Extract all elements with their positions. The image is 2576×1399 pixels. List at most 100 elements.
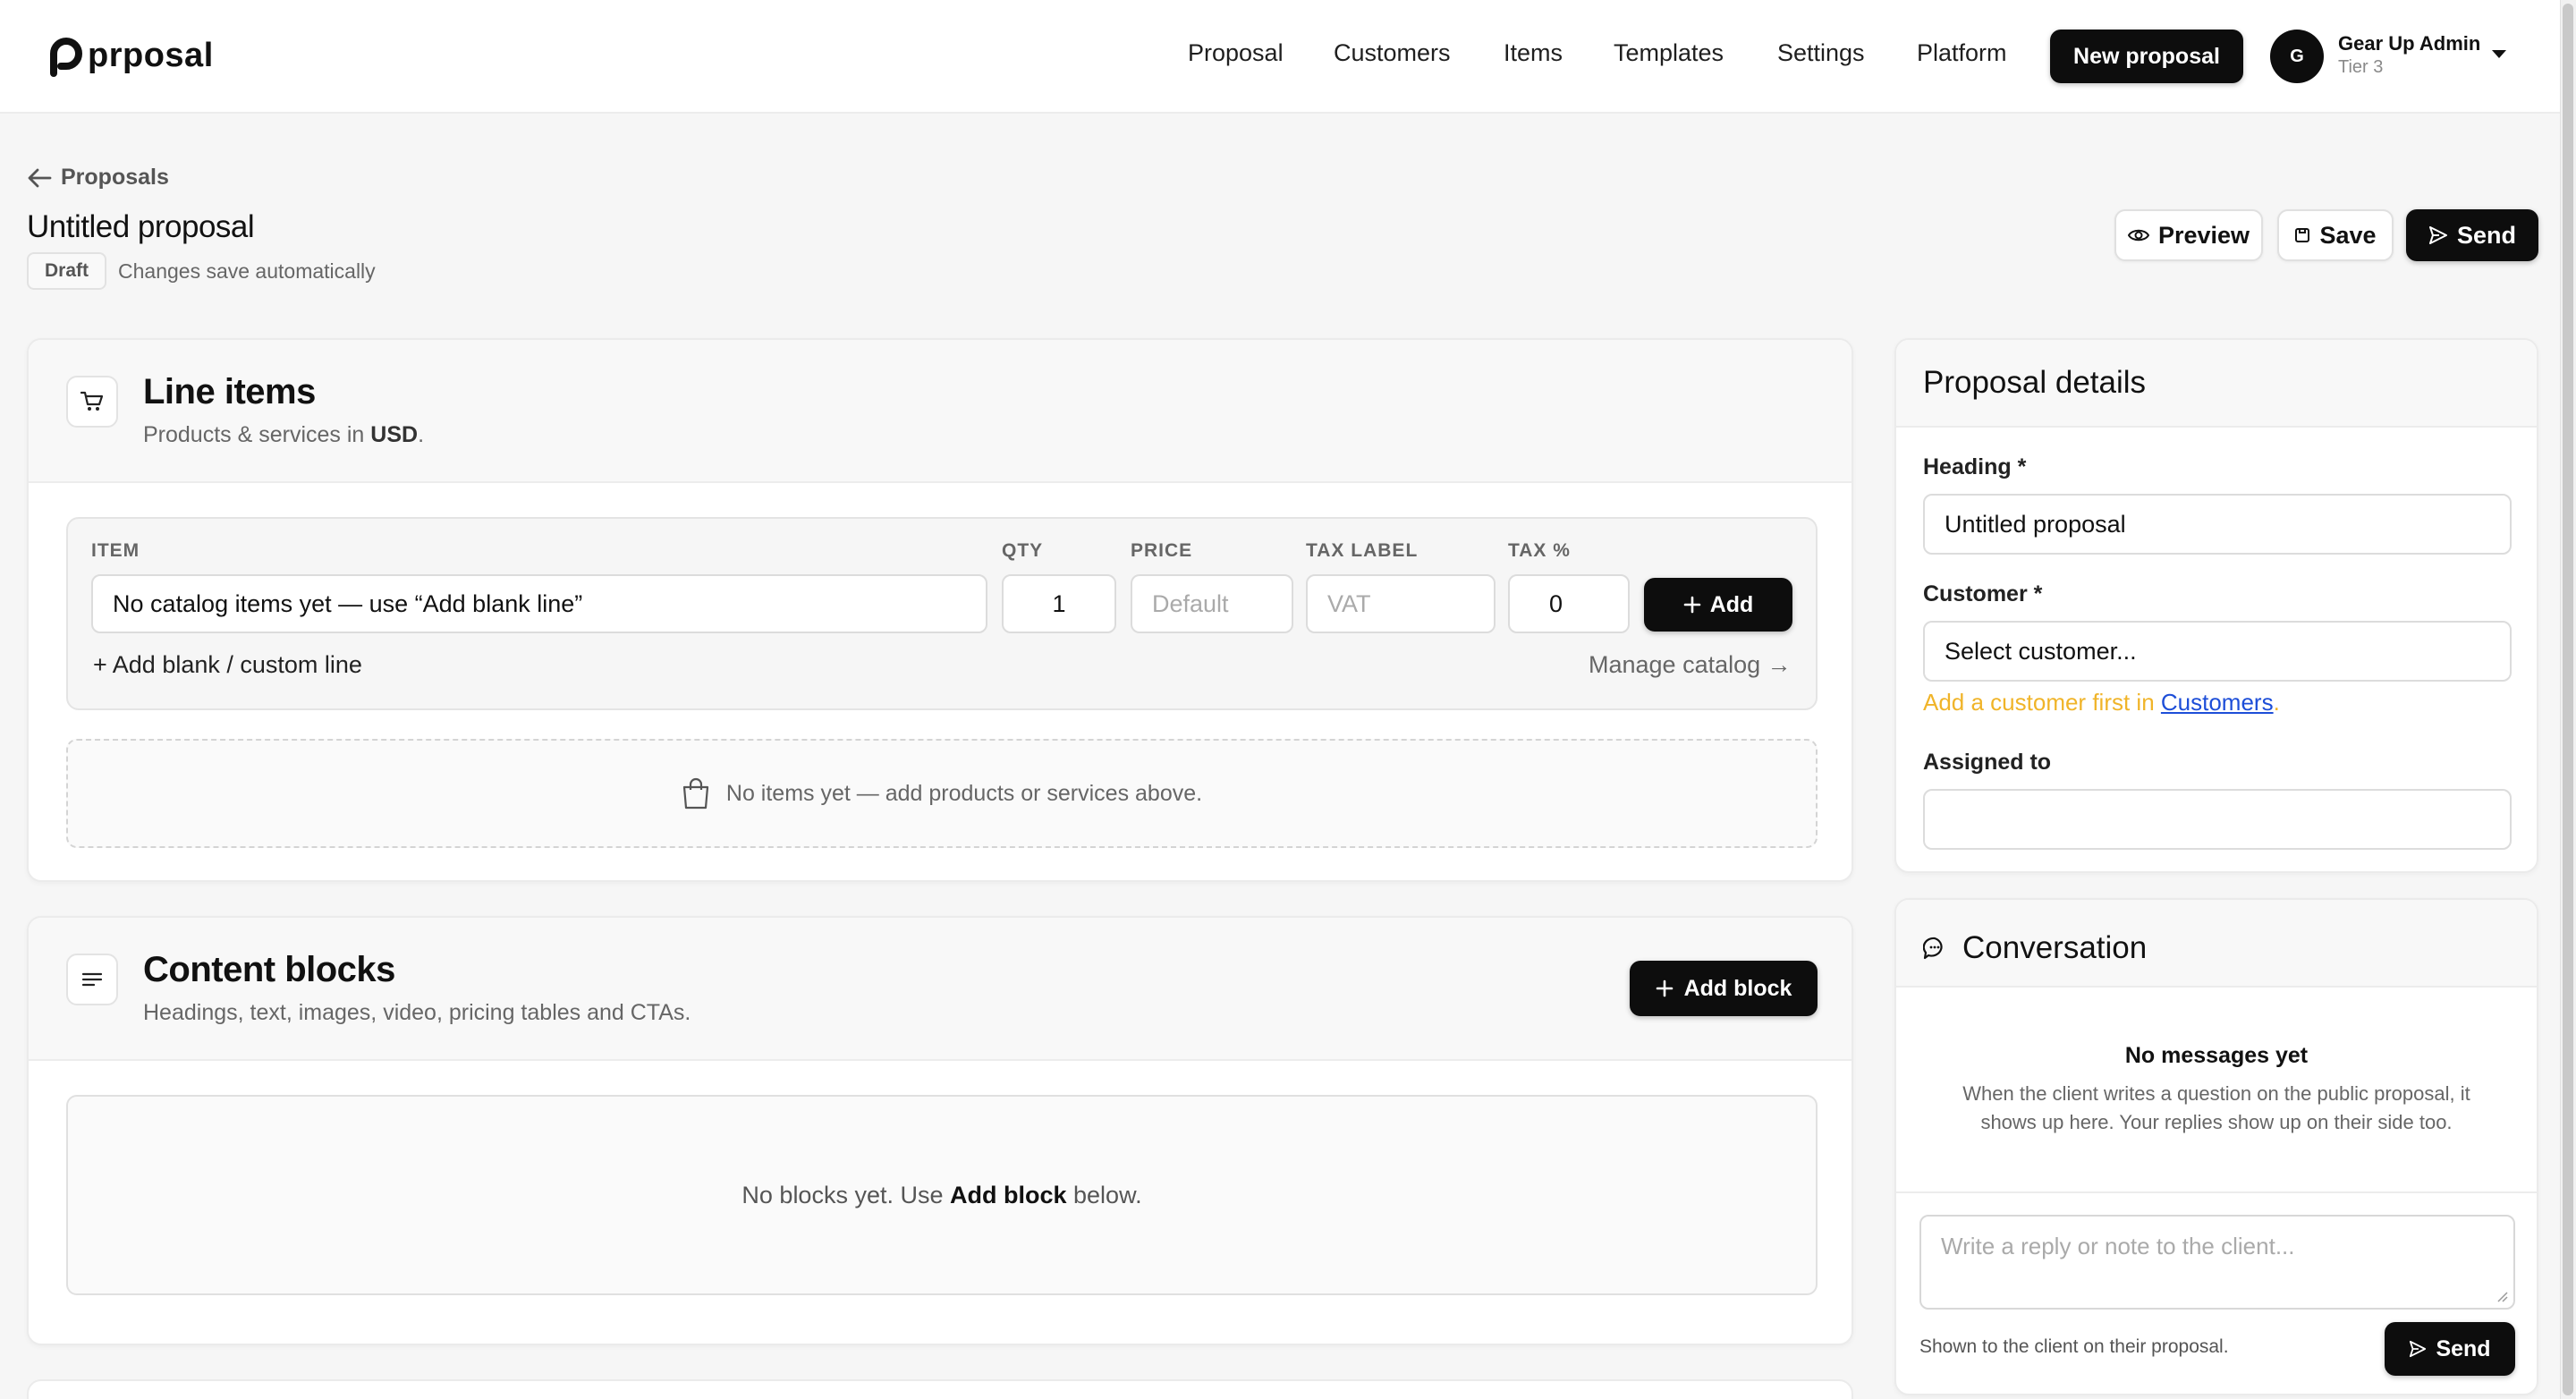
price-placeholder: Default	[1152, 589, 1229, 617]
status-badge: Draft	[27, 252, 107, 290]
qty-value: 1	[1052, 589, 1066, 617]
proposal-details-title: Proposal details	[1923, 365, 2147, 400]
status-badge-label: Draft	[45, 260, 89, 281]
line-items-empty-state: No items yet — add products or services …	[66, 739, 1818, 848]
avatar-initial: G	[2290, 46, 2304, 66]
qty-input[interactable]: 1	[1002, 574, 1116, 633]
nav-link-customers[interactable]: Customers	[1334, 39, 1451, 67]
line-items-card: Line items Products & services in USD. I…	[27, 338, 1853, 882]
col-tax-label-label: TAX LABEL	[1306, 540, 1419, 561]
autosave-note: Changes save automatically	[118, 259, 376, 283]
line-items-subtitle: Products & services in USD.	[143, 422, 425, 447]
send-button[interactable]: Send	[2406, 209, 2538, 261]
add-block-button[interactable]: Add block	[1630, 961, 1818, 1016]
tax-pct-value: 0	[1549, 589, 1563, 617]
no-messages-line-2: shows up here. Your replies show up on t…	[1980, 1111, 2453, 1133]
line-items-empty-text: No items yet — add products or services …	[725, 780, 1203, 806]
logo-text: prposal	[88, 36, 214, 74]
plus-icon	[1683, 596, 1700, 614]
item-select-value: No catalog items yet — use “Add blank li…	[113, 589, 583, 617]
no-messages-line-1: When the client writes a question on the…	[1962, 1082, 2470, 1105]
back-link-label: Proposals	[61, 165, 169, 190]
reply-placeholder: Write a reply or note to the client...	[1941, 1233, 2295, 1259]
conversation-footer-note: Shown to the client on their proposal.	[1919, 1336, 2229, 1357]
customer-select-value: Select customer...	[1945, 637, 2137, 665]
nav-link-platform[interactable]: Platform	[1917, 39, 2007, 67]
heading-input[interactable]: Untitled proposal	[1923, 494, 2512, 555]
eye-icon	[2127, 229, 2149, 242]
send-reply-button[interactable]: Send	[2385, 1322, 2515, 1376]
line-items-title: Line items	[143, 372, 316, 411]
next-card-peek	[27, 1379, 1853, 1399]
currency-label: USD	[370, 422, 419, 447]
customer-hint: Add a customer first in Customers.	[1923, 689, 2280, 716]
customer-select[interactable]: Select customer...	[1923, 621, 2512, 682]
avatar[interactable]: G	[2270, 30, 2324, 83]
manage-catalog-link[interactable]: Manage catalog →	[1589, 651, 1792, 679]
send-label: Send	[2456, 221, 2516, 249]
price-input[interactable]: Default	[1131, 574, 1293, 633]
add-blank-line-link[interactable]: + Add blank / custom line	[93, 651, 362, 679]
plus-icon	[1656, 979, 1673, 997]
conversation-title: Conversation	[1962, 930, 2148, 965]
text-icon-box	[66, 954, 118, 1005]
chat-bubble-icon	[1923, 937, 1943, 960]
heading-value: Untitled proposal	[1945, 510, 2126, 538]
nav-link-settings[interactable]: Settings	[1777, 39, 1865, 67]
proposal-details-card: Proposal details Heading * Untitled prop…	[1894, 338, 2538, 873]
conversation-divider	[1896, 1191, 2537, 1193]
preview-button[interactable]: Preview	[2114, 209, 2263, 261]
logo[interactable]: prposal	[41, 32, 214, 79]
user-tier: Tier 3	[2338, 57, 2384, 77]
page-title: Untitled proposal	[27, 209, 255, 244]
save-button[interactable]: Save	[2277, 209, 2394, 261]
back-to-proposals-link[interactable]: Proposals	[27, 165, 169, 191]
cart-icon	[80, 391, 104, 411]
new-proposal-label: New proposal	[2073, 43, 2220, 69]
conversation-title-row: Conversation	[1923, 930, 2147, 966]
no-messages-title: No messages yet	[2124, 1043, 2309, 1068]
content-blocks-empty-text: No blocks yet. Use Add block below.	[741, 1181, 1142, 1208]
shopping-bag-icon	[682, 777, 709, 810]
scrollbar-thumb[interactable]	[2563, 4, 2573, 1395]
tax-pct-input[interactable]: 0	[1508, 574, 1630, 633]
resize-handle-icon[interactable]	[2496, 1290, 2508, 1302]
content-blocks-title: Content blocks	[143, 950, 395, 989]
preview-label: Preview	[2157, 221, 2250, 249]
send-reply-label: Send	[2436, 1335, 2491, 1361]
send-icon	[2428, 226, 2447, 244]
nav-link-templates[interactable]: Templates	[1614, 39, 1724, 67]
text-lines-icon	[81, 972, 103, 987]
conversation-card: Conversation No messages yet When the cl…	[1894, 898, 2538, 1395]
heading-label: Heading *	[1923, 454, 2027, 479]
cart-icon-box	[66, 376, 118, 428]
content-blocks-subtitle: Headings, text, images, video, pricing t…	[143, 1000, 691, 1025]
save-label: Save	[2319, 221, 2377, 249]
col-item-label: ITEM	[91, 540, 140, 561]
send-icon	[2410, 1340, 2427, 1358]
assigned-to-label: Assigned to	[1923, 750, 2052, 775]
save-icon	[2295, 228, 2310, 242]
col-price-label: PRICE	[1131, 540, 1193, 561]
add-item-button[interactable]: Add	[1644, 578, 1792, 632]
reply-textarea[interactable]: Write a reply or note to the client...	[1919, 1215, 2515, 1310]
assigned-to-select[interactable]	[1923, 789, 2512, 850]
add-block-label: Add block	[1683, 975, 1792, 1001]
arrow-left-icon	[28, 168, 52, 187]
item-select[interactable]: No catalog items yet — use “Add blank li…	[91, 574, 987, 633]
customers-link[interactable]: Customers	[2161, 689, 2274, 716]
add-item-label: Add	[1709, 591, 1754, 617]
user-name[interactable]: Gear Up Admin	[2338, 32, 2480, 55]
logo-mark-icon	[50, 38, 82, 77]
tax-label-placeholder: VAT	[1327, 589, 1371, 617]
nav-link-proposal[interactable]: Proposal	[1188, 39, 1284, 67]
col-tax-pct-label: TAX %	[1508, 540, 1571, 561]
col-qty-label: QTY	[1002, 540, 1044, 561]
tax-label-input[interactable]: VAT	[1306, 574, 1496, 633]
chevron-down-icon[interactable]	[2492, 50, 2506, 58]
new-proposal-button[interactable]: New proposal	[2050, 30, 2243, 83]
content-blocks-empty-state: No blocks yet. Use Add block below.	[66, 1095, 1818, 1295]
customer-label: Customer *	[1923, 581, 2043, 606]
content-blocks-card: Content blocks Headings, text, images, v…	[27, 916, 1853, 1345]
nav-link-items[interactable]: Items	[1504, 39, 1563, 67]
